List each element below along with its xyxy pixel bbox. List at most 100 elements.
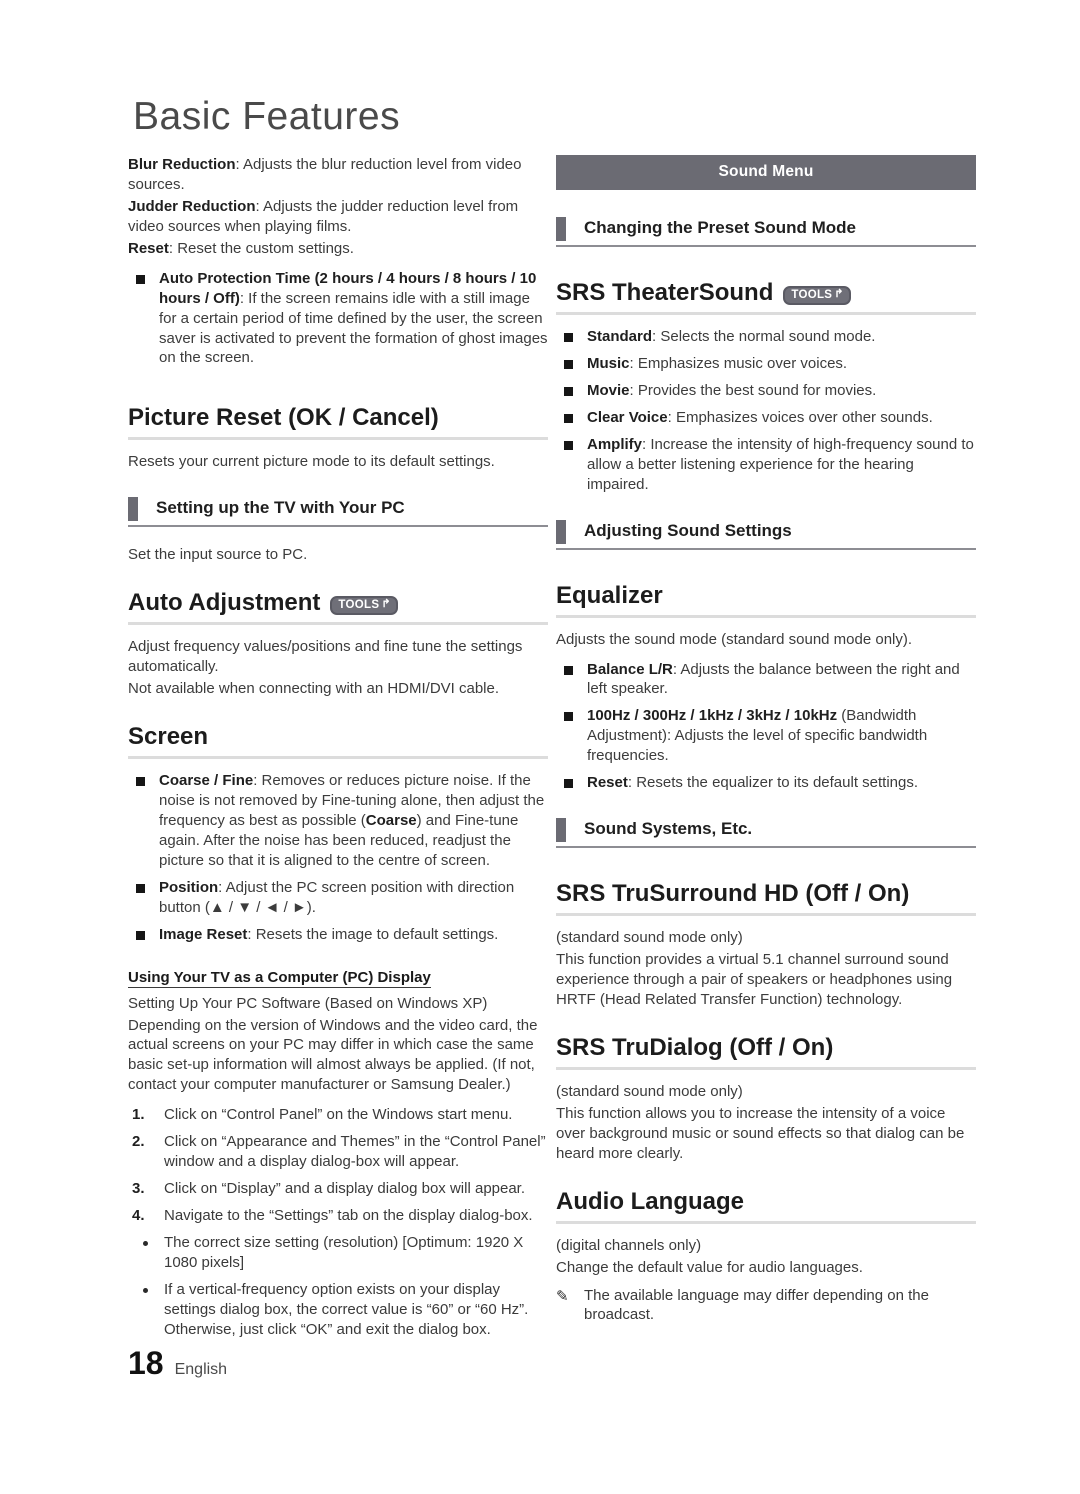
note-audio-language: (digital channels only) bbox=[556, 1236, 702, 1254]
right-column: Sound Menu Changing the Preset Sound Mod… bbox=[556, 155, 976, 1347]
term-balance-lr: Balance L/R bbox=[587, 660, 673, 678]
heading-srs-theatersound: SRS TheaterSound TOOLS ↱ bbox=[556, 279, 976, 315]
term-coarse: Coarse bbox=[365, 811, 417, 829]
page-language: English bbox=[174, 1361, 228, 1378]
list-item: Balance L/R: Adjusts the balance between… bbox=[556, 660, 976, 700]
text-amplify: : Increase the intensity of high-frequen… bbox=[587, 435, 974, 493]
pc-display-section: Using Your TV as a Computer (PC) Display… bbox=[128, 969, 548, 1340]
heading-equalizer: Equalizer bbox=[556, 582, 976, 618]
list-item: If a vertical-frequency option exists on… bbox=[128, 1280, 548, 1340]
heading-label: SRS TheaterSound bbox=[556, 279, 774, 306]
section-marker-icon bbox=[556, 519, 566, 544]
pencil-icon: ✎ bbox=[556, 1287, 569, 1305]
manual-page: Basic Features Blur Reduction: Adjusts t… bbox=[0, 0, 1080, 1494]
body-equalizer: Adjusts the sound mode (standard sound m… bbox=[556, 630, 913, 648]
list-item: 100Hz / 300Hz / 1kHz / 3kHz / 10kHz (Ban… bbox=[556, 706, 976, 766]
list-item: Music: Emphasizes music over voices. bbox=[556, 354, 976, 374]
list-item: The correct size setting (resolution) [O… bbox=[128, 1233, 548, 1273]
text-music: : Emphasizes music over voices. bbox=[629, 354, 848, 372]
term-image-reset: Image Reset bbox=[159, 925, 248, 943]
list-item: Click on “Control Panel” on the Windows … bbox=[132, 1105, 513, 1125]
left-column: Blur Reduction: Adjusts the blur reducti… bbox=[128, 155, 548, 1347]
heading-audio-language: Audio Language bbox=[556, 1188, 976, 1224]
text-reset: : Reset the custom settings. bbox=[168, 239, 354, 257]
list-screen-options: Coarse / Fine: Removes or reduces pictur… bbox=[128, 771, 548, 945]
list-item: Image Reset: Resets the image to default… bbox=[128, 925, 548, 945]
text-clear-voice: : Emphasizes voices over other sounds. bbox=[667, 408, 933, 426]
subhead-label: Changing the Preset Sound Mode bbox=[584, 218, 857, 237]
two-column-layout: Blur Reduction: Adjusts the blur reducti… bbox=[0, 155, 1080, 1347]
subhead-adjusting-sound-settings: Adjusting Sound Settings bbox=[556, 519, 976, 550]
list-item: Click on “Display” and a display dialog … bbox=[132, 1179, 526, 1199]
note-srs-trudialog: (standard sound mode only) bbox=[556, 1082, 743, 1100]
menu-banner-sound: Sound Menu bbox=[556, 155, 976, 190]
heading-label: Auto Adjustment bbox=[128, 589, 321, 617]
text-equalizer-reset: : Resets the equalizer to its default se… bbox=[627, 774, 919, 792]
subhead-preset-sound-mode: Changing the Preset Sound Mode bbox=[556, 216, 976, 247]
heading-picture-reset: Picture Reset (OK / Cancel) bbox=[128, 404, 548, 441]
body-audio-language: Change the default value for audio langu… bbox=[556, 1258, 863, 1276]
term-coarse-fine: Coarse / Fine bbox=[159, 772, 254, 790]
term-position: Position bbox=[159, 878, 219, 896]
note-srs-trusurround: (standard sound mode only) bbox=[556, 929, 743, 947]
underlined-heading-pc-display: Using Your TV as a Computer (PC) Display bbox=[128, 968, 431, 988]
page-title: Basic Features bbox=[133, 95, 401, 138]
body-pc-display-1: Setting Up Your PC Software (Based on Wi… bbox=[128, 994, 488, 1012]
body-setting-up-pc: Set the input source to PC. bbox=[128, 546, 308, 564]
page-number: 18 bbox=[128, 1345, 164, 1381]
term-reset: Reset bbox=[128, 239, 169, 257]
paragraph-reset: Reset: Reset the custom settings. bbox=[128, 239, 548, 259]
section-marker-icon bbox=[556, 818, 566, 843]
term-judder-reduction: Judder Reduction bbox=[128, 197, 256, 215]
term-blur-reduction: Blur Reduction bbox=[128, 156, 236, 173]
list-item: Movie: Provides the best sound for movie… bbox=[556, 381, 976, 401]
pencil-note-audio-language: ✎ The available language may differ depe… bbox=[556, 1286, 976, 1326]
text-movie: : Provides the best sound for movies. bbox=[629, 381, 877, 399]
list-item: Navigate to the “Settings” tab on the di… bbox=[132, 1206, 533, 1226]
list-equalizer-options: Balance L/R: Adjusts the balance between… bbox=[556, 660, 976, 794]
term-movie: Movie bbox=[587, 381, 630, 399]
body-srs-trusurround: This function provides a virtual 5.1 cha… bbox=[556, 951, 953, 1008]
heading-srs-trudialog: SRS TruDialog (Off / On) bbox=[556, 1034, 976, 1070]
body-auto-adjustment-2: Not available when connecting with an HD… bbox=[128, 680, 500, 698]
tools-arrow-icon: ↱ bbox=[381, 598, 391, 611]
list-item: Auto Protection Time (2 hours / 4 hours … bbox=[128, 269, 548, 369]
list-pc-steps: Click on “Control Panel” on the Windows … bbox=[128, 1105, 548, 1226]
list-item: Coarse / Fine: Removes or reduces pictur… bbox=[128, 771, 548, 871]
paragraph-blur-reduction: Blur Reduction: Adjusts the blur reducti… bbox=[128, 155, 548, 195]
tools-badge-label: TOOLS bbox=[791, 288, 833, 301]
body-srs-trudialog: This function allows you to increase the… bbox=[556, 1104, 965, 1162]
section-marker-icon bbox=[556, 217, 566, 241]
list-item: Clear Voice: Emphasizes voices over othe… bbox=[556, 408, 976, 428]
tools-arrow-icon: ↱ bbox=[834, 288, 844, 300]
heading-srs-trusurround: SRS TruSurround HD (Off / On) bbox=[556, 880, 976, 917]
tools-badge: TOOLS ↱ bbox=[783, 285, 851, 305]
heading-screen: Screen bbox=[128, 723, 548, 760]
list-item: Reset: Resets the equalizer to its defau… bbox=[556, 773, 976, 793]
body-auto-adjustment-1: Adjust frequency values/positions and fi… bbox=[128, 638, 523, 676]
heading-auto-adjustment: Auto Adjustment TOOLS ↱ bbox=[128, 589, 548, 626]
tools-badge: TOOLS ↱ bbox=[330, 595, 398, 615]
subhead-setting-up-pc: Setting up the TV with Your PC bbox=[128, 496, 548, 528]
subhead-label: Setting up the TV with Your PC bbox=[156, 498, 405, 518]
subhead-sound-systems: Sound Systems, Etc. bbox=[556, 817, 976, 849]
subhead-label: Adjusting Sound Settings bbox=[584, 520, 792, 540]
list-item: Amplify: Increase the intensity of high-… bbox=[556, 435, 976, 495]
list-sound-modes: Standard: Selects the normal sound mode.… bbox=[556, 327, 976, 495]
list-item: Standard: Selects the normal sound mode. bbox=[556, 327, 976, 347]
text-image-reset: : Resets the image to default settings. bbox=[247, 925, 499, 943]
tools-badge-label: TOOLS bbox=[338, 598, 380, 611]
body-pc-display-2: Depending on the version of Windows and … bbox=[128, 1016, 538, 1094]
list-pc-notes: The correct size setting (resolution) [O… bbox=[128, 1233, 548, 1340]
text-standard: : Selects the normal sound mode. bbox=[652, 328, 876, 345]
list-auto-protection: Auto Protection Time (2 hours / 4 hours … bbox=[128, 269, 548, 369]
list-item: Click on “Appearance and Themes” in the … bbox=[132, 1132, 546, 1171]
term-music: Music bbox=[587, 354, 630, 372]
page-footer: 18 English bbox=[128, 1345, 227, 1382]
list-item: Position: Adjust the PC screen position … bbox=[128, 878, 548, 918]
term-standard: Standard bbox=[587, 328, 653, 345]
term-equalizer-reset: Reset bbox=[587, 774, 628, 792]
term-amplify: Amplify bbox=[587, 435, 643, 453]
section-marker-icon bbox=[128, 497, 138, 522]
term-clear-voice: Clear Voice bbox=[587, 408, 668, 426]
